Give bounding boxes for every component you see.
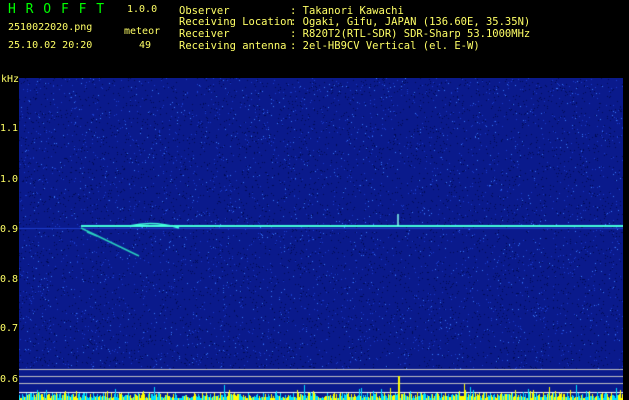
info-antenna-label: Receiving antenna: [179, 40, 287, 52]
info-observer-label: Observer: [179, 5, 230, 17]
observation-datetime: 25.10.02 20:20: [8, 40, 93, 51]
info-location-label: Receiving Location: [179, 16, 293, 28]
file-name: 2510022020.png: [8, 22, 93, 33]
info-location-value: : Ogaki, Gifu, JAPAN (136.60E, 35.35N): [290, 16, 531, 28]
y-tick: 1.0: [0, 174, 19, 185]
y-tick: 0.6: [0, 374, 19, 385]
info-receiver-label: Receiver: [179, 28, 230, 40]
y-tick: 1.1: [0, 123, 19, 134]
y-tick: 0.7: [0, 323, 19, 334]
y-axis-unit: kHz: [1, 74, 20, 85]
meteor-count: 49: [139, 40, 152, 51]
info-antenna-value: : 2el-HB9CV Vertical (el. E-W): [290, 40, 480, 52]
meteor-label: meteor: [124, 26, 161, 37]
y-tick: 0.9: [0, 224, 19, 235]
info-receiver-value: : R820T2(RTL-SDR) SDR-Sharp 53.1000MHz: [290, 28, 531, 40]
app-version: 1.0.0: [127, 4, 158, 15]
y-tick: 0.8: [0, 274, 19, 285]
app-logo: H R O F F T: [8, 2, 106, 17]
spectrogram-plot: [19, 78, 623, 400]
info-observer-value: : Takanori Kawachi: [290, 5, 404, 17]
